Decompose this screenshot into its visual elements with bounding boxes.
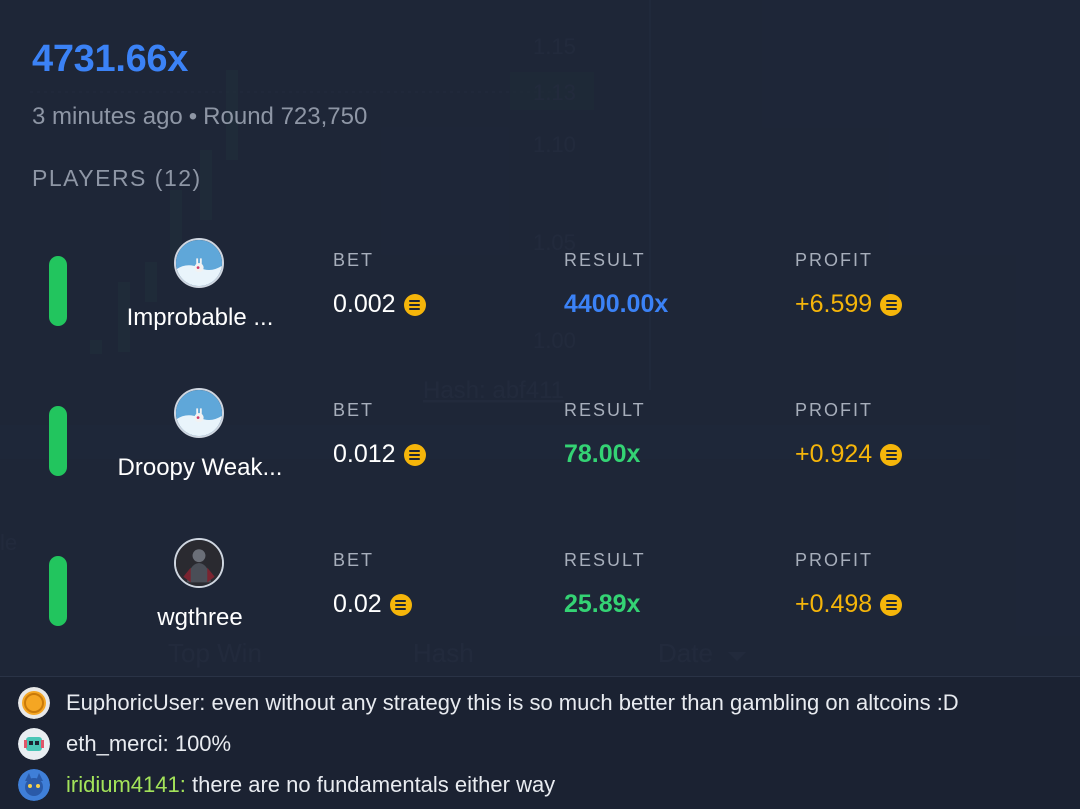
profit-amount-text: +0.498 [795, 590, 873, 618]
chat-text: 100% [168, 731, 232, 756]
robot-avatar-icon[interactable] [18, 728, 50, 760]
profit-label: PROFIT [795, 550, 873, 570]
bet-amount: 0.002 [333, 290, 426, 319]
bet-amount-text: 0.002 [333, 290, 396, 318]
result-label: RESULT [564, 400, 646, 420]
player-row: wgthree BET 0.02 RESULT 25.89x PROFIT +0… [0, 538, 1080, 668]
chat-message: EuphoricUser: even without any strategy … [18, 686, 959, 720]
profit-amount: +0.498 [795, 590, 903, 619]
bet-label: BET [333, 250, 375, 270]
player-name[interactable]: Droopy Weak... [80, 454, 320, 482]
result-label: RESULT [564, 250, 646, 270]
profit-amount: +0.924 [795, 440, 903, 469]
chat-username[interactable]: eth_merci [66, 731, 163, 757]
round-meta: 3 minutes ago • Round 723,750 [32, 103, 367, 131]
chat-message: iridium4141: there are no fundamentals e… [18, 768, 555, 802]
chat-text: there are no fundamentals either way [185, 772, 556, 797]
result-multiplier: 4400.00x [564, 290, 669, 318]
coin-icon [403, 443, 426, 466]
status-indicator [49, 256, 67, 326]
coin-icon [880, 443, 903, 466]
bunny-snow-avatar-icon[interactable] [174, 238, 224, 288]
bunny-snow-avatar-icon[interactable] [174, 388, 224, 438]
player-name[interactable]: Improbable ... [80, 304, 320, 332]
player-row: Droopy Weak... BET 0.012 RESULT 78.00x P… [0, 388, 1080, 518]
coin-icon [403, 293, 426, 316]
bet-label: BET [333, 550, 375, 570]
profit-label: PROFIT [795, 400, 873, 420]
round-details-panel: 4731.66x 3 minutes ago • Round 723,750 PLA… [0, 0, 1080, 676]
time-ago: 3 minutes ago [32, 103, 183, 130]
player-row: Improbable ... BET 0.002 RESULT 4400.00x… [0, 238, 1080, 368]
dark-knight-avatar-icon[interactable] [174, 538, 224, 588]
bet-label: BET [333, 400, 375, 420]
chat-username[interactable]: EuphoricUser [66, 690, 199, 716]
chat-panel: EuphoricUser: even without any strategy … [0, 676, 1080, 809]
result-label: RESULT [564, 550, 646, 570]
bet-amount-text: 0.012 [333, 440, 396, 468]
bet-amount: 0.012 [333, 440, 426, 469]
profit-amount-text: +6.599 [795, 290, 873, 318]
result-multiplier: 78.00x [564, 440, 641, 468]
blue-creature-avatar-icon[interactable] [18, 769, 50, 801]
chat-text: even without any strategy this is so muc… [205, 690, 959, 715]
coin-icon [880, 293, 903, 316]
profit-amount: +6.599 [795, 290, 903, 319]
bet-amount-text: 0.02 [333, 590, 382, 618]
round-number: Round 723,750 [203, 103, 368, 130]
status-indicator [49, 406, 67, 476]
status-indicator [49, 556, 67, 626]
result-multiplier: 25.89x [564, 590, 641, 618]
player-name[interactable]: wgthree [80, 604, 320, 632]
meta-separator: • [188, 103, 198, 130]
chat-username[interactable]: iridium4141 [66, 772, 180, 798]
players-heading: PLAYERS (12) [32, 165, 202, 191]
profit-label: PROFIT [795, 250, 873, 270]
chat-message: eth_merci: 100% [18, 727, 231, 761]
round-multiplier: 4731.66x [32, 38, 189, 80]
profit-amount-text: +0.924 [795, 440, 873, 468]
gold-coin-avatar-icon[interactable] [18, 687, 50, 719]
coin-icon [389, 593, 412, 616]
bet-amount: 0.02 [333, 590, 412, 619]
coin-icon [880, 593, 903, 616]
